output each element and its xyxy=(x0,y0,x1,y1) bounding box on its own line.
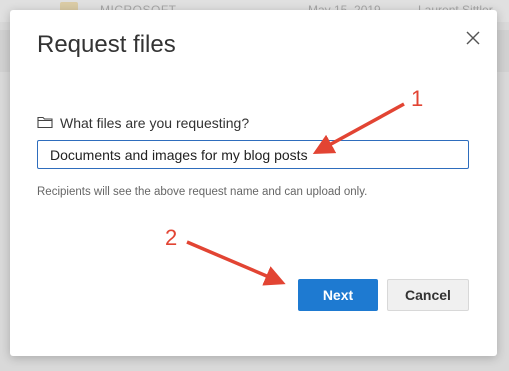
dialog-title: Request files xyxy=(37,31,176,58)
request-question-label: What files are you requesting? xyxy=(60,115,250,131)
request-files-dialog: Request files What files are you request… xyxy=(10,10,497,356)
next-button[interactable]: Next xyxy=(298,279,378,311)
annotation-step-1: 1 xyxy=(411,86,424,111)
close-button[interactable] xyxy=(463,28,483,48)
cancel-button[interactable]: Cancel xyxy=(387,279,469,311)
folder-icon xyxy=(37,116,53,129)
annotation-step-2: 2 xyxy=(165,225,178,250)
close-icon xyxy=(466,31,480,45)
help-text: Recipients will see the above request na… xyxy=(37,186,368,198)
request-name-input[interactable] xyxy=(37,140,469,169)
